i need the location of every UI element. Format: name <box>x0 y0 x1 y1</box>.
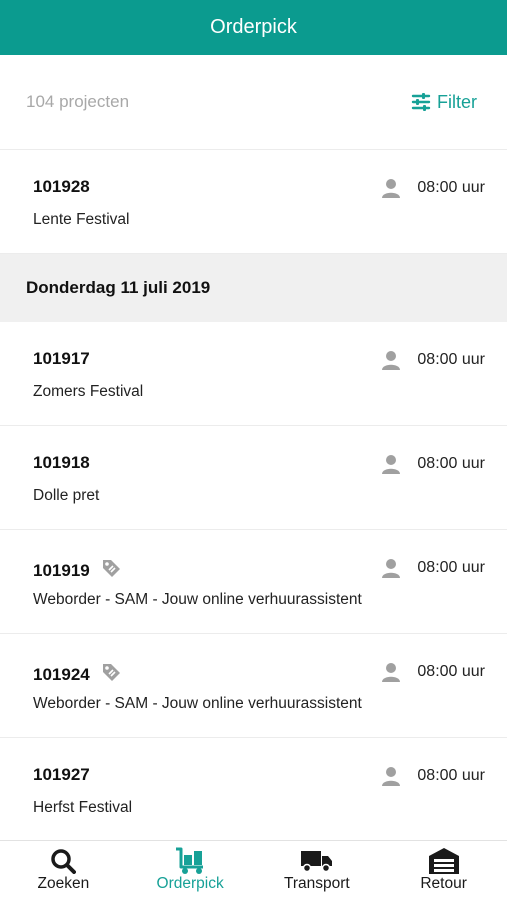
project-number: 101918 <box>33 453 90 472</box>
filter-label: Filter <box>437 91 477 112</box>
project-time: 08:00 uur <box>417 559 485 576</box>
person-icon <box>382 179 401 198</box>
project-time-wrap: 08:00 uur <box>381 454 485 474</box>
project-number-wrap: 101924 <box>33 661 122 688</box>
project-list: 101928 Lente Festival 08:00 uur Donderda… <box>0 150 507 842</box>
list-item[interactable]: 101918 Dolle pret 08:00 uur <box>0 426 507 530</box>
tab-transport[interactable]: Transport <box>254 841 381 900</box>
project-name: Weborder - SAM - Jouw online verhuurassi… <box>33 695 362 712</box>
tab-retour[interactable]: Retour <box>380 841 507 900</box>
person-icon <box>382 455 401 474</box>
project-number: 101917 <box>33 349 90 368</box>
tag-icon-wrap <box>100 557 122 584</box>
project-number-wrap: 101919 <box>33 557 122 584</box>
list-item[interactable]: 101917 Zomers Festival 08:00 uur <box>0 322 507 426</box>
project-number: 101924 <box>33 664 90 684</box>
list-item[interactable]: 101928 Lente Festival 08:00 uur <box>0 150 507 254</box>
project-time: 08:00 uur <box>417 351 485 368</box>
person-icon <box>382 767 401 786</box>
cart-icon <box>176 847 204 874</box>
filter-button[interactable]: Filter <box>411 92 477 113</box>
project-number: 101919 <box>33 560 90 580</box>
project-number-wrap: 101918 <box>33 453 90 473</box>
project-time-wrap: 08:00 uur <box>381 350 485 370</box>
project-name: Herfst Festival <box>33 799 133 816</box>
project-number-wrap: 101917 <box>33 349 90 369</box>
project-number: 101927 <box>33 765 90 784</box>
date-section-header: Donderdag 11 juli 2019 <box>0 254 507 322</box>
tab-label: Orderpick <box>156 875 224 892</box>
project-time-wrap: 08:00 uur <box>381 558 485 578</box>
garage-icon <box>428 848 459 874</box>
project-time-wrap: 08:00 uur <box>381 662 485 682</box>
section-title: Donderdag 11 juli 2019 <box>26 278 211 297</box>
tab-label: Transport <box>283 875 350 892</box>
tab-label: Retour <box>420 875 467 892</box>
person-icon <box>382 351 401 370</box>
item-container: 101917 Zomers Festival 08:00 uur 101918 Doll… <box>0 322 507 842</box>
list-toolbar: 104 projecten Filter <box>0 55 507 150</box>
project-time: 08:00 uur <box>417 455 485 472</box>
person-icon <box>382 559 401 578</box>
page-title: Orderpick <box>210 16 297 38</box>
project-name: Dolle pret <box>33 487 100 504</box>
app-header: Orderpick <box>0 0 507 55</box>
project-name: Lente Festival <box>33 211 130 228</box>
project-time: 08:00 uur <box>417 179 485 196</box>
project-time: 08:00 uur <box>417 767 485 784</box>
sliders-icon <box>411 93 431 111</box>
tab-orderpick[interactable]: Orderpick <box>127 841 254 900</box>
project-time-wrap: 08:00 uur <box>381 178 485 198</box>
person-icon <box>382 663 401 682</box>
project-number: 101928 <box>33 177 90 196</box>
project-time: 08:00 uur <box>417 663 485 680</box>
tag-icon-wrap <box>100 661 122 688</box>
project-number-wrap: 101928 <box>33 177 90 197</box>
tag-icon <box>102 664 120 681</box>
tab-zoeken[interactable]: Zoeken <box>0 841 127 900</box>
list-item[interactable]: 101927 Herfst Festival 08:00 uur <box>0 738 507 842</box>
project-count: 104 projecten <box>26 92 130 111</box>
list-item[interactable]: 101924 Weborder - SAM - Jouw online verhu… <box>0 634 507 738</box>
project-number-wrap: 101927 <box>33 765 90 785</box>
tag-icon <box>102 560 120 577</box>
tab-label: Zoeken <box>37 875 90 892</box>
truck-icon <box>300 851 332 873</box>
project-time-wrap: 08:00 uur <box>381 766 485 786</box>
search-icon <box>51 849 77 874</box>
bottom-tab-bar: Zoeken Orderpick Transport Retour <box>0 840 507 900</box>
project-name: Weborder - SAM - Jouw online verhuurassi… <box>33 591 362 608</box>
list-item[interactable]: 101919 Weborder - SAM - Jouw online verhu… <box>0 530 507 634</box>
project-name: Zomers Festival <box>33 383 144 400</box>
